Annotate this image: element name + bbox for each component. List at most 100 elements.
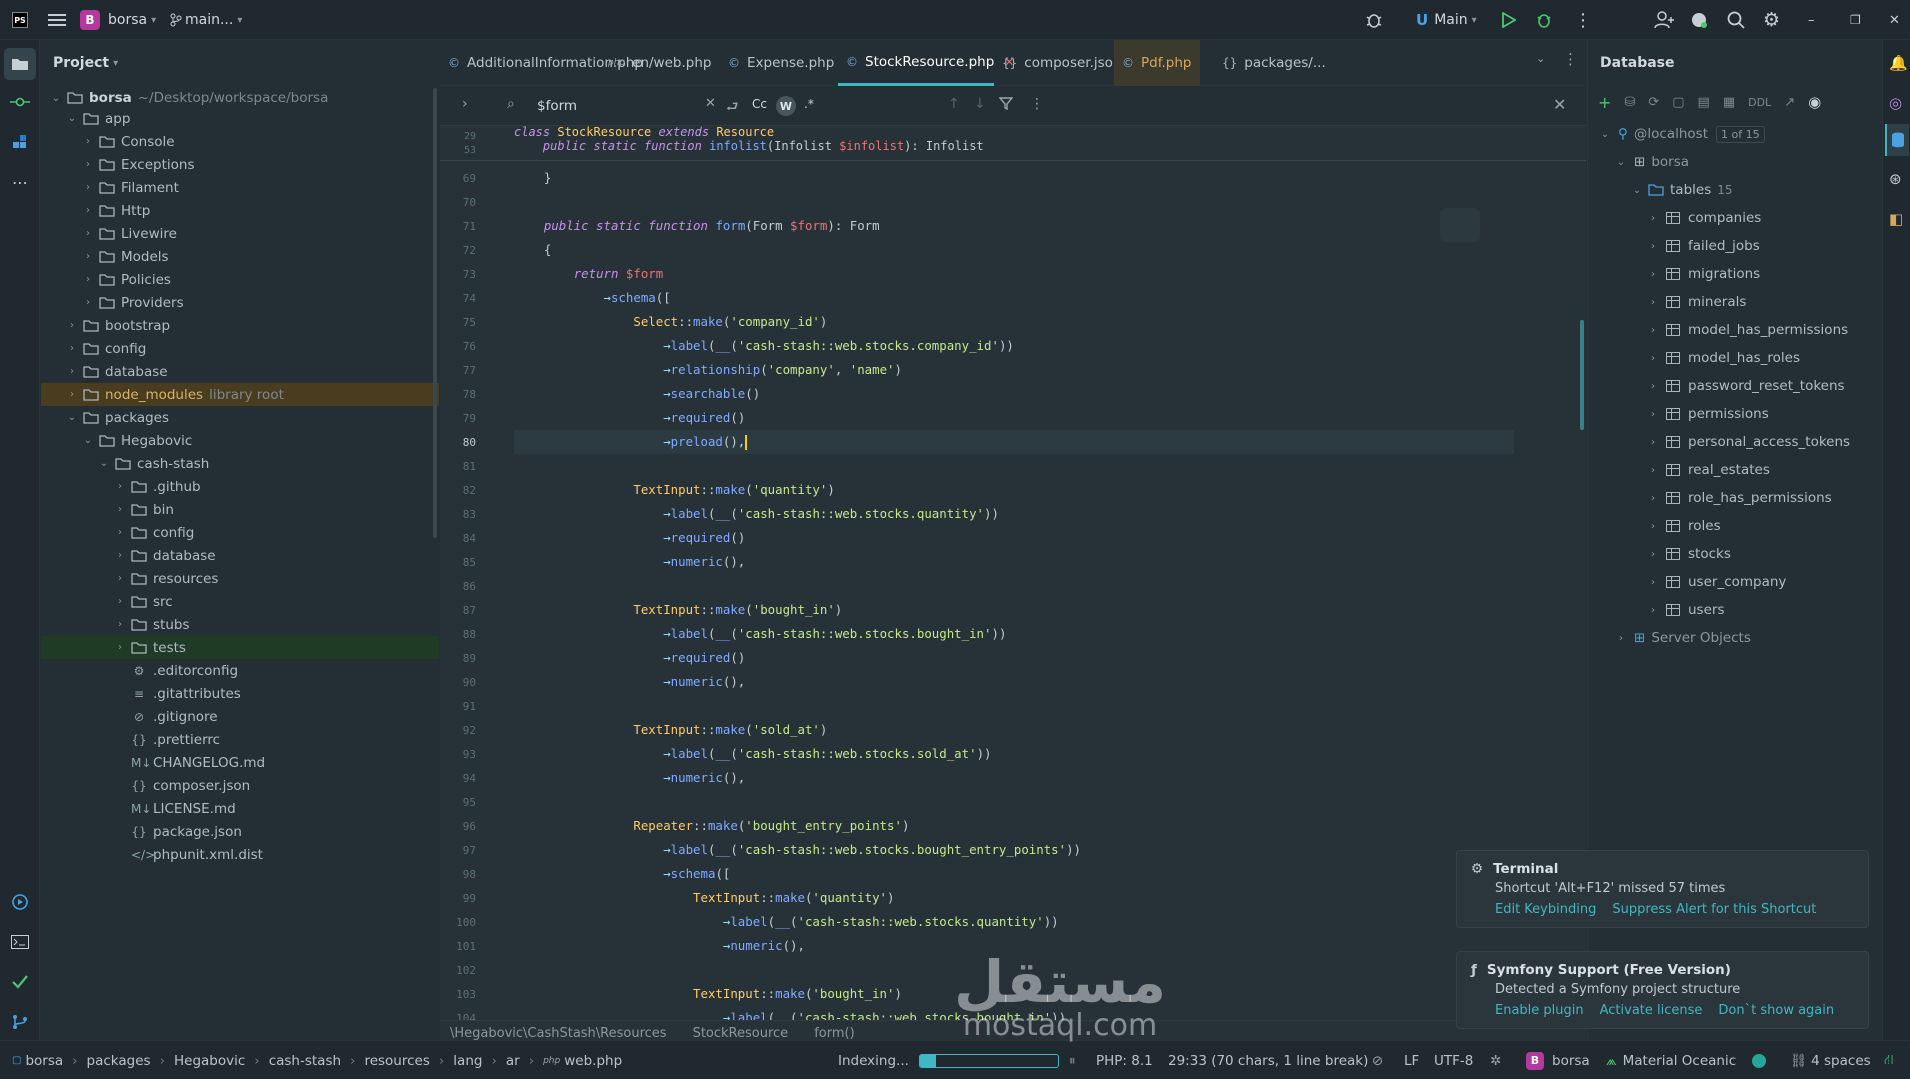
tree-folder[interactable]: › config bbox=[41, 337, 439, 360]
db-table-row[interactable]: › user_company bbox=[1646, 568, 1786, 596]
vcs-status-icon[interactable]: ⛙ bbox=[1884, 1041, 1894, 1079]
notifications-bell-icon[interactable]: 🔔 bbox=[1889, 54, 1908, 72]
code-line[interactable]: →numeric(), bbox=[514, 550, 1514, 574]
status-path-item[interactable]: resources bbox=[364, 1053, 429, 1069]
readonly-toggle-icon[interactable]: ⊘ bbox=[1372, 1041, 1383, 1079]
tree-folder[interactable]: › Models bbox=[41, 245, 439, 268]
code-line[interactable]: →numeric(), bbox=[514, 766, 1514, 790]
db-table-row[interactable]: › role_has_permissions bbox=[1646, 484, 1832, 512]
enable-plugin-link[interactable]: Enable plugin bbox=[1495, 1003, 1584, 1018]
code-line[interactable]: TextInput::make('bought_in') bbox=[514, 598, 1514, 622]
status-path-item[interactable]: ar bbox=[506, 1053, 520, 1069]
code-line[interactable]: TextInput::make('bought_in') bbox=[514, 982, 1514, 1006]
pause-icon[interactable]: ⏸ bbox=[1069, 1053, 1076, 1069]
tree-folder[interactable]: ⌄ cash-stash bbox=[41, 452, 439, 475]
datasource-properties-icon[interactable]: ⛁ bbox=[1624, 95, 1635, 110]
status-path-item[interactable]: borsa bbox=[25, 1053, 63, 1069]
add-datasource-icon[interactable]: + bbox=[1598, 93, 1611, 112]
minimize-icon[interactable]: – bbox=[1808, 0, 1815, 40]
previous-occurrence-icon[interactable]: ↑ bbox=[948, 96, 960, 112]
db-table-row[interactable]: › migrations bbox=[1646, 260, 1760, 288]
settings-gear-icon[interactable]: ⚙ bbox=[1763, 0, 1780, 40]
db-table-row[interactable]: › password_reset_tokens bbox=[1646, 372, 1845, 400]
tree-folder[interactable]: › tests bbox=[41, 636, 439, 659]
filter-icon[interactable] bbox=[999, 96, 1013, 110]
words-toggle[interactable]: W bbox=[776, 96, 796, 116]
editor-tab[interactable]: php en/web.php bbox=[600, 40, 718, 86]
add-user-icon[interactable] bbox=[1654, 0, 1674, 40]
db-table-row[interactable]: › personal_access_tokens bbox=[1646, 428, 1850, 456]
close-find-icon[interactable]: ✕ bbox=[1553, 95, 1566, 114]
code-breadcrumb-item[interactable]: form() bbox=[814, 1026, 854, 1041]
debug-icon[interactable] bbox=[1535, 0, 1553, 40]
composer-icon[interactable]: ◧ bbox=[1889, 210, 1903, 228]
tree-folder[interactable]: › .github bbox=[41, 475, 439, 498]
tree-folder[interactable]: › database bbox=[41, 360, 439, 383]
code-line[interactable] bbox=[514, 790, 1514, 814]
code-line[interactable]: →searchable() bbox=[514, 382, 1514, 406]
ai-assistant-icon[interactable]: ◎ bbox=[1889, 94, 1902, 112]
status-path-item[interactable]: Hegabovic bbox=[174, 1053, 245, 1069]
editor-scrollbar[interactable] bbox=[1580, 320, 1584, 430]
line-separator[interactable]: LF bbox=[1404, 1041, 1419, 1079]
commit-icon[interactable] bbox=[4, 86, 36, 118]
code-line[interactable]: →relationship('company', 'name') bbox=[514, 358, 1514, 382]
db-table-row[interactable]: › stocks bbox=[1646, 540, 1731, 568]
theme-switcher[interactable]: ⩕ Material Oceanic bbox=[1606, 1041, 1736, 1079]
code-line[interactable]: { bbox=[514, 238, 1514, 262]
project-folder-icon[interactable] bbox=[4, 48, 36, 80]
db-table-row[interactable]: › users bbox=[1646, 596, 1724, 624]
tree-file[interactable]: {} .prettierrc bbox=[41, 728, 439, 751]
status-project[interactable]: B borsa bbox=[1526, 1041, 1590, 1079]
tree-file[interactable]: M↓ LICENSE.md bbox=[41, 797, 439, 820]
search-history-icon[interactable]: ⌕ bbox=[507, 96, 515, 112]
remote-host-icon[interactable]: ⊛ bbox=[1889, 170, 1902, 188]
next-occurrence-icon[interactable]: ↓ bbox=[974, 96, 986, 112]
code-line[interactable]: →required() bbox=[514, 406, 1514, 430]
tree-folder[interactable]: ⌄ Hegabovic bbox=[41, 429, 439, 452]
editor-tab[interactable]: {} packages/... bbox=[1214, 40, 1334, 86]
bug-icon[interactable] bbox=[1365, 0, 1383, 40]
ddl-button[interactable]: DDL bbox=[1748, 96, 1771, 109]
db-table-row[interactable]: › permissions bbox=[1646, 400, 1769, 428]
code-line[interactable]: →required() bbox=[514, 646, 1514, 670]
code-line[interactable]: →schema([ bbox=[514, 286, 1514, 310]
editor-tab[interactable]: © Pdf.php bbox=[1114, 40, 1200, 86]
code-line[interactable]: TextInput::make('quantity') bbox=[514, 886, 1514, 910]
status-path-item[interactable]: packages bbox=[87, 1053, 151, 1069]
code-line[interactable]: →label(__('cash-stash::web.stocks.bought… bbox=[514, 622, 1514, 646]
search-icon[interactable] bbox=[1727, 0, 1745, 40]
clear-search-icon[interactable]: ✕ bbox=[705, 96, 716, 111]
database-tool-button[interactable] bbox=[1885, 124, 1909, 156]
code-line[interactable]: →label(__('cash-stash::web.stocks.quanti… bbox=[514, 502, 1514, 526]
tree-folder[interactable]: › Providers bbox=[41, 291, 439, 314]
tree-folder[interactable]: › Filament bbox=[41, 176, 439, 199]
code-line[interactable] bbox=[514, 454, 1514, 478]
code-line[interactable]: Select::make('company_id') bbox=[514, 310, 1514, 334]
code-line[interactable]: public static function form(Form $form):… bbox=[514, 214, 1514, 238]
file-encoding[interactable]: UTF-8 bbox=[1434, 1041, 1473, 1079]
php-version[interactable]: PHP: 8.1 bbox=[1096, 1041, 1153, 1079]
tree-folder[interactable]: › Http bbox=[41, 199, 439, 222]
tree-folder[interactable]: › database bbox=[41, 544, 439, 567]
tree-folder[interactable]: › bin bbox=[41, 498, 439, 521]
status-path-item[interactable]: lang bbox=[453, 1053, 482, 1069]
tree-folder[interactable]: › bootstrap bbox=[41, 314, 439, 337]
db-tables-node[interactable]: ⌄ tables 15 bbox=[1630, 176, 1733, 204]
db-table-row[interactable]: › model_has_permissions bbox=[1646, 316, 1848, 344]
tree-file[interactable]: ⚙ .editorconfig bbox=[41, 659, 439, 682]
code-line[interactable]: Repeater::make('bought_entry_points') bbox=[514, 814, 1514, 838]
tree-file[interactable]: ⊘ .gitignore bbox=[41, 705, 439, 728]
tree-file[interactable]: {} package.json bbox=[41, 820, 439, 843]
db-schema-node[interactable]: ⌄ ⊞ borsa bbox=[1614, 148, 1689, 176]
app-icon[interactable]: PS bbox=[12, 0, 28, 40]
tree-folder[interactable]: ⌄ app bbox=[41, 107, 439, 130]
tabs-more-icon[interactable]: ⋮ bbox=[1563, 50, 1578, 68]
code-breadcrumb-item[interactable]: \Hegabovic\CashStash\Resources bbox=[450, 1026, 667, 1041]
find-more-icon[interactable]: ⋮ bbox=[1030, 96, 1044, 112]
tree-folder[interactable]: › config bbox=[41, 521, 439, 544]
activate-license-link[interactable]: Activate license bbox=[1600, 1003, 1703, 1018]
status-path-item[interactable]: web.php bbox=[564, 1053, 622, 1069]
suppress-alert-link[interactable]: Suppress Alert for this Shortcut bbox=[1612, 902, 1816, 917]
stop-icon[interactable]: ▢ bbox=[1672, 95, 1684, 110]
